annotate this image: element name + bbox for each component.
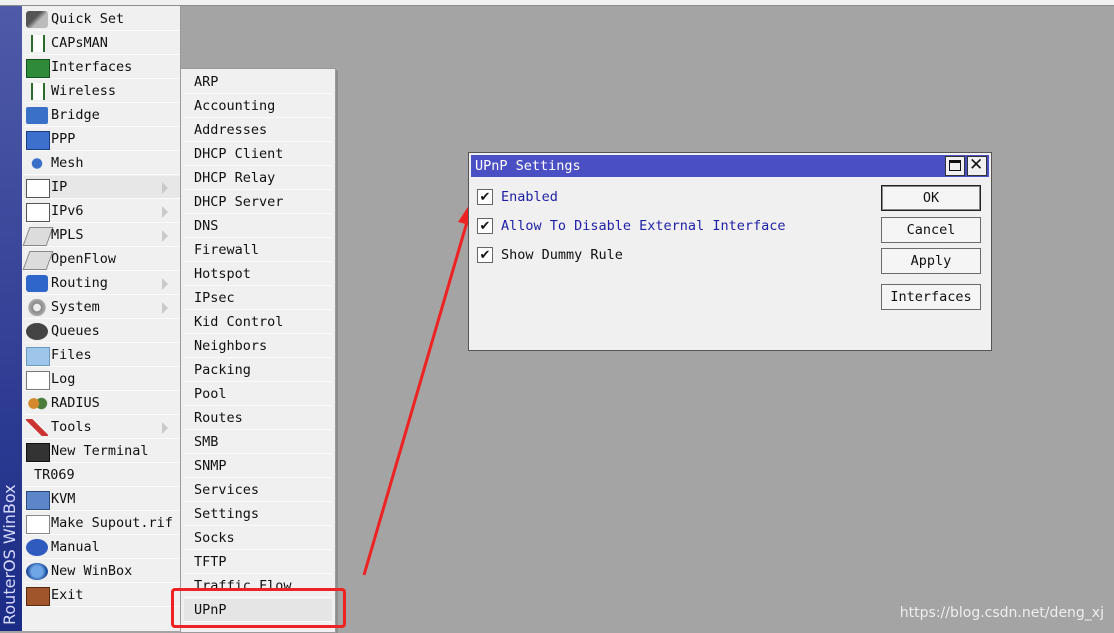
upnp-settings-dialog: UPnP Settings ✕ ✔ Enabled ✔ Allow To Dis… bbox=[468, 152, 992, 351]
show-dummy-rule-checkbox[interactable]: ✔ bbox=[477, 247, 493, 263]
close-icon: ✕ bbox=[969, 155, 984, 175]
maximize-button[interactable] bbox=[945, 156, 965, 176]
enabled-label: Enabled bbox=[501, 189, 558, 205]
maximize-icon bbox=[949, 160, 961, 171]
enabled-checkbox[interactable]: ✔ bbox=[477, 189, 493, 205]
ok-button[interactable]: OK bbox=[881, 185, 981, 211]
dialog-titlebar[interactable]: UPnP Settings ✕ bbox=[471, 155, 989, 177]
interfaces-button[interactable]: Interfaces bbox=[881, 284, 981, 310]
annotation-arrow-line bbox=[362, 221, 469, 576]
watermark: https://blog.csdn.net/deng_xj bbox=[899, 605, 1104, 621]
cancel-button[interactable]: Cancel bbox=[881, 217, 981, 243]
allow-disable-external-checkbox[interactable]: ✔ bbox=[477, 218, 493, 234]
show-dummy-rule-label: Show Dummy Rule bbox=[501, 247, 623, 263]
apply-button[interactable]: Apply bbox=[881, 248, 981, 274]
close-button[interactable]: ✕ bbox=[967, 155, 987, 176]
dialog-title: UPnP Settings bbox=[475, 158, 581, 174]
allow-disable-external-label: Allow To Disable External Interface bbox=[501, 218, 786, 234]
